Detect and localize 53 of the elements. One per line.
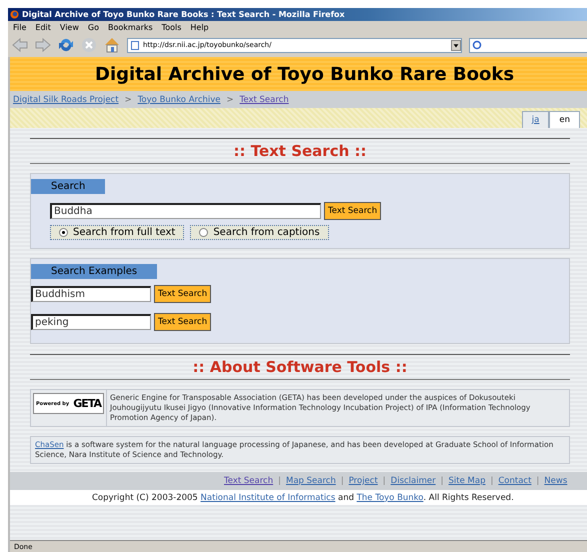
language-tab[interactable]: ja [522,111,550,128]
breadcrumb-link[interactable]: Toyo Bunko Archive [138,94,221,104]
menu-item[interactable]: File [13,22,26,32]
menu-item[interactable]: Help [190,22,209,32]
footer-link[interactable]: Map Search [286,476,336,486]
page-icon [131,40,139,50]
breadcrumb-link[interactable]: Digital Silk Roads Project [13,94,119,104]
scope-option[interactable]: Search from full text [50,225,184,240]
section-heading: :: Text Search :: [232,141,368,162]
search-field[interactable]: Buddha [50,203,321,219]
scope-option[interactable]: Search from captions [190,225,329,240]
radio-button[interactable] [199,228,208,237]
example-field[interactable]: peking [31,314,151,330]
window-title: Digital Archive of Toyo Bunko Rare Books : Text Search - Mozilla Firefox [22,10,345,19]
menu-item[interactable]: Tools [162,22,182,32]
footer-link[interactable]: Project [348,476,378,486]
search-button[interactable]: Text Search [154,313,212,331]
footer-link[interactable]: News [544,476,568,486]
example-field[interactable]: Buddhism [31,286,151,302]
copyright-text: Copyright (C) 2003-2005 National Institute of Informatics and The Toyo Bunko. All Rights Reserved. [92,492,514,502]
breadcrumb-separator: > [226,94,234,104]
radio-button[interactable] [59,228,68,237]
breadcrumb-link[interactable]: Text Search [240,94,289,104]
menu-item[interactable]: Bookmarks [108,22,153,32]
menu-item[interactable]: Go [88,22,99,32]
link-separator: | [382,476,386,486]
footer-link[interactable]: Disclaimer [390,476,436,486]
site-title: Digital Archive of Toyo Bunko Rare Books [95,64,514,84]
breadcrumb-separator: > [124,94,132,104]
browser-icon [10,10,19,19]
search-button[interactable]: Text Search [324,202,382,220]
footer-link[interactable]: Site Map [448,476,486,486]
link[interactable]: National Institute of Informatics [200,492,336,502]
link-separator: | [440,476,444,486]
language-tab[interactable]: en [549,111,580,128]
search-field[interactable] [469,38,587,52]
dropdown-icon[interactable] [451,40,461,50]
search-engine-icon[interactable] [472,40,482,50]
home-icon[interactable] [104,37,120,53]
link-separator: | [278,476,281,486]
link-separator: | [340,476,344,486]
link-separator: | [490,476,494,486]
forward-icon[interactable] [35,37,51,53]
link[interactable]: The Toyo Bunko [356,492,424,502]
footer-link[interactable]: Contact [498,476,532,486]
menu-item[interactable]: Edit [35,22,51,32]
menu-item[interactable]: View [60,22,79,32]
back-icon[interactable] [12,37,28,53]
section-heading: :: About Software Tools :: [192,357,408,378]
footer-link[interactable]: Text Search [224,476,274,486]
search-button[interactable]: Text Search [154,285,212,303]
link-separator: | [536,476,540,486]
reload-icon[interactable] [58,37,74,53]
